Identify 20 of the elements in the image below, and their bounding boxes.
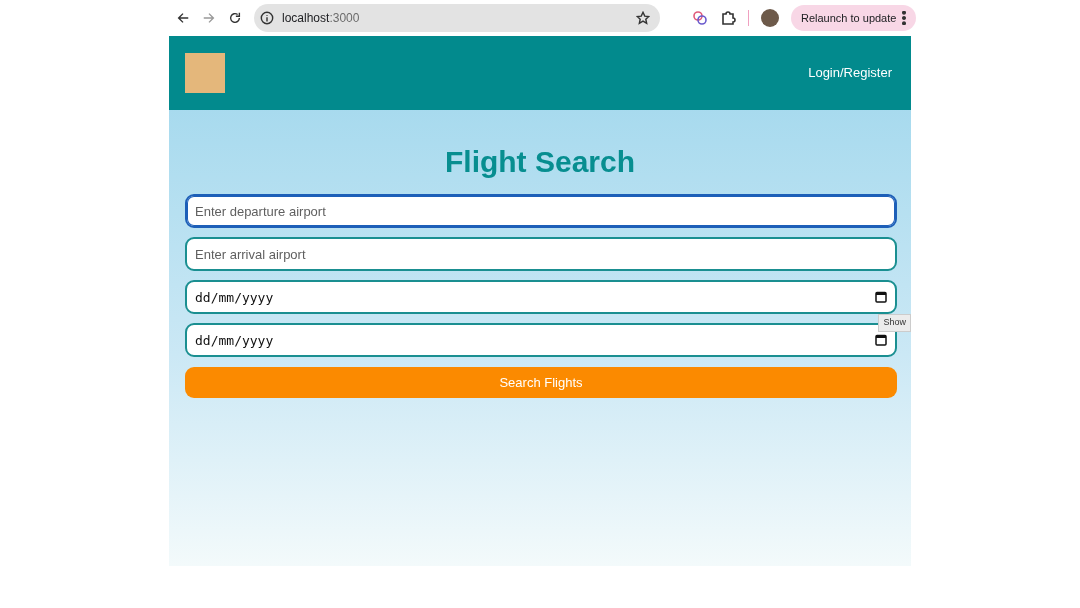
- more-menu-icon[interactable]: [902, 11, 907, 25]
- date-field[interactable]: dd/mm/yyyy: [185, 280, 897, 314]
- airport-field[interactable]: Enter arrival airport: [185, 237, 897, 271]
- info-icon[interactable]: [260, 11, 274, 25]
- airport-field[interactable]: Enter departure airport: [185, 194, 897, 228]
- puzzle-icon[interactable]: [720, 10, 736, 26]
- back-arrow-icon[interactable]: [176, 11, 190, 25]
- login-register-link[interactable]: Login/Register: [808, 63, 892, 83]
- logo-image: [185, 53, 225, 93]
- relaunch-button[interactable]: Relaunch to update: [791, 5, 917, 31]
- page-title: Flight Search: [443, 144, 636, 180]
- calendar-icon[interactable]: [875, 334, 887, 346]
- address-bar[interactable]: localhost:3000: [254, 4, 660, 32]
- forward-arrow-icon[interactable]: [202, 11, 216, 25]
- extension-circles-icon[interactable]: [692, 10, 708, 26]
- bookmark-star-icon[interactable]: [636, 11, 650, 25]
- calendar-icon[interactable]: [875, 291, 887, 303]
- reload-icon[interactable]: [228, 11, 242, 25]
- tooltip: Show: [878, 314, 911, 332]
- profile-avatar[interactable]: [761, 9, 779, 27]
